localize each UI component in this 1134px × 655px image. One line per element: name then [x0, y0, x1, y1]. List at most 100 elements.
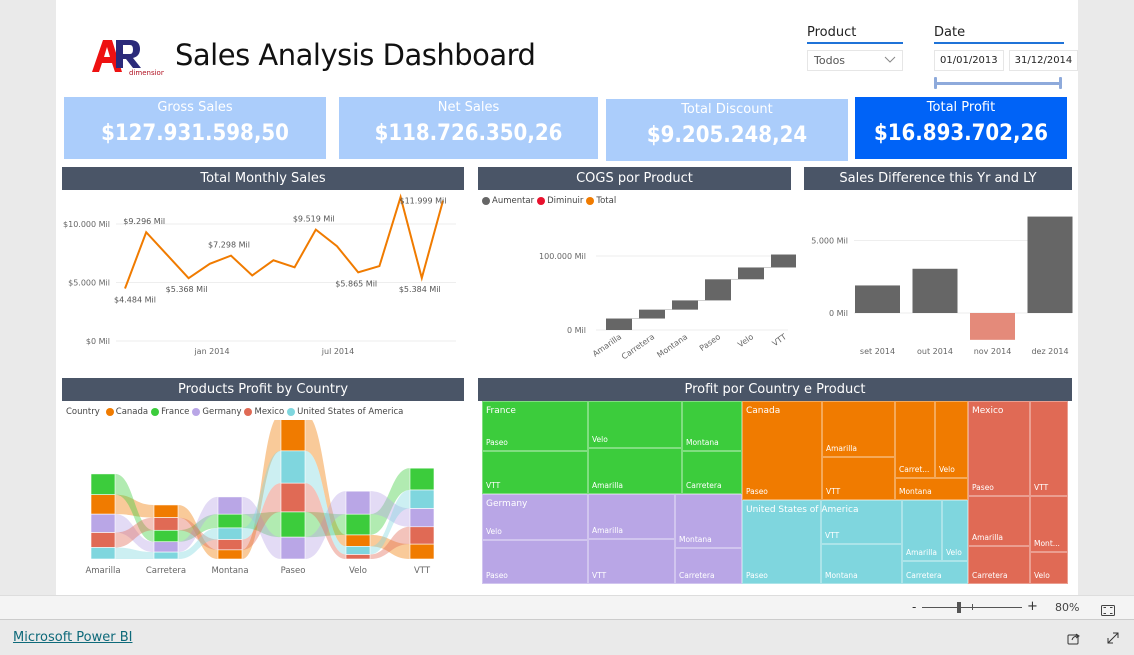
- y-tick-label: 5.000 Mil: [811, 237, 848, 246]
- treemap-cell[interactable]: Carretera: [902, 561, 968, 584]
- diff-bar: [912, 268, 958, 313]
- legend-item[interactable]: France: [151, 407, 189, 417]
- legend-label: Canada: [115, 407, 149, 417]
- x-tick-label: dez 2014: [1031, 347, 1068, 356]
- treemap-cell[interactable]: Mont...: [1030, 496, 1068, 552]
- kpi-total-profit: Total Profit $16.893.702,26: [855, 97, 1067, 159]
- zoom-slider[interactable]: [922, 602, 1022, 613]
- slider-end-handle[interactable]: [1059, 77, 1062, 89]
- ribbon-segment: [409, 489, 435, 509]
- treemap-cell[interactable]: Amarilla: [588, 448, 682, 494]
- treemap-cell[interactable]: Velo: [588, 401, 682, 448]
- treemap-cell[interactable]: Carretera: [968, 546, 1030, 584]
- ribbon-segment: [217, 527, 243, 540]
- ribbon-segment: [153, 541, 179, 553]
- page-title: Sales Analysis Dashboard: [175, 38, 536, 72]
- ribbon-segment: [280, 482, 306, 513]
- treemap-group[interactable]: Paseo VTT Montana Amarilla Velo Carretera Unit…: [742, 500, 968, 584]
- legend-item[interactable]: Mexico: [244, 407, 284, 417]
- kpi-label: Gross Sales: [157, 100, 233, 115]
- x-tick-label: VTT: [771, 332, 789, 348]
- treemap-cell[interactable]: VTT: [1030, 401, 1068, 496]
- share-icon[interactable]: [1067, 630, 1081, 649]
- treemap-cell[interactable]: Amarilla: [902, 500, 942, 561]
- treemap-cell[interactable]: Velo: [942, 500, 968, 561]
- product-dropdown[interactable]: Todos: [807, 50, 903, 71]
- legend-dot: [537, 197, 546, 205]
- treemap-group[interactable]: Paseo Amarilla VTT Carret... Velo Montana Cana…: [742, 401, 968, 500]
- data-label: $9.296 Mil: [123, 217, 165, 226]
- fullscreen-icon[interactable]: [1106, 630, 1120, 649]
- report-canvas: dimensions Sales Analysis Dashboard Prod…: [56, 0, 1079, 595]
- treemap-cell[interactable]: VTT: [588, 539, 675, 584]
- ribbon-segment: [217, 549, 243, 560]
- x-tick-label: set 2014: [860, 347, 895, 356]
- treemap-cell[interactable]: Montana: [675, 494, 742, 548]
- kpi-total-discount: Total Discount $9.205.248,24: [606, 99, 848, 161]
- ribbon-segment: [345, 546, 371, 555]
- power-bi-link[interactable]: Microsoft Power BI: [13, 630, 132, 645]
- treemap-cell[interactable]: Montana: [821, 544, 902, 584]
- ribbon-segment: [90, 532, 116, 548]
- treemap-chart: Paseo VTT Velo Amarilla Montana Carretera Fran…: [482, 401, 1068, 584]
- treemap-cell-label: Amarilla: [826, 444, 857, 453]
- legend-item[interactable]: Canada: [105, 407, 149, 417]
- end-date-input[interactable]: 31/12/2014: [1008, 50, 1079, 71]
- x-tick-label: Velo: [736, 332, 755, 349]
- treemap-cell[interactable]: Montana: [895, 478, 968, 500]
- treemap-group[interactable]: Paseo VTT Velo Amarilla Montana Carretera Fran…: [482, 401, 742, 494]
- treemap-cell[interactable]: VTT: [482, 451, 588, 494]
- data-label: $5.865 Mil: [335, 279, 377, 288]
- zoom-out-button[interactable]: -: [912, 600, 916, 614]
- treemap-cell-label: Paseo: [972, 483, 994, 492]
- treemap-cell[interactable]: Paseo: [482, 540, 588, 584]
- legend-label: France: [161, 407, 190, 417]
- legend-item[interactable]: United States of America: [287, 407, 403, 417]
- treemap-cell[interactable]: Amarilla: [588, 494, 675, 539]
- fit-to-page-icon[interactable]: [1101, 601, 1115, 620]
- treemap-cell-label: Paseo: [746, 571, 768, 580]
- treemap-group-label: United States of America: [746, 505, 859, 515]
- ribbon-segment: [153, 517, 179, 531]
- treemap-cell-label: VTT: [825, 531, 840, 540]
- x-tick-label: VTT: [414, 566, 431, 576]
- kpi-label: Total Profit: [926, 100, 996, 115]
- kpi-label: Net Sales: [437, 100, 500, 115]
- treemap-group-label: France: [486, 406, 516, 416]
- date-range-slider[interactable]: [934, 77, 1062, 89]
- treemap-cell[interactable]: Amarilla: [822, 401, 895, 457]
- treemap-cell[interactable]: Carretera: [675, 548, 742, 584]
- treemap-cell-label: Carret...: [899, 465, 930, 474]
- treemap-cell-label: Amarilla: [592, 481, 623, 490]
- slider-start-handle[interactable]: [934, 77, 937, 89]
- zoom-slider-thumb[interactable]: [957, 602, 961, 613]
- ribbon-segment: [409, 543, 435, 560]
- x-tick-label: out 2014: [917, 347, 953, 356]
- ribbon-segment: [280, 420, 306, 452]
- start-date-input[interactable]: 01/01/2013: [934, 50, 1004, 71]
- data-label: $4.484 Mil: [114, 296, 156, 305]
- treemap-cell[interactable]: Velo: [935, 401, 968, 478]
- monthly-sales-chart: $0 Mil $5.000 Mil $10.000 Mil jan 2014 jul 2…: [63, 193, 456, 356]
- treemap-group[interactable]: Paseo VTT Amarilla Mont... Carretera Velo Mexi…: [968, 401, 1068, 584]
- legend-item: Total: [586, 196, 616, 206]
- treemap-group[interactable]: Velo Paseo Amarilla VTT Montana Carretera Germ…: [482, 494, 742, 584]
- treemap-cell[interactable]: Velo: [1030, 552, 1068, 584]
- sales-diff-header: Sales Difference this Yr and LY: [804, 167, 1072, 190]
- ribbon-chart: Amarilla Carretera Montana Paseo Velo VTT: [85, 420, 435, 576]
- zoom-in-button[interactable]: +: [1027, 599, 1038, 614]
- kpi-value: $9.205.248,24: [646, 123, 808, 148]
- treemap-cell[interactable]: Carret...: [895, 401, 935, 478]
- legend-label: Mexico: [254, 407, 285, 417]
- product-dropdown-value: Todos: [814, 54, 846, 67]
- legend-dot: [151, 408, 160, 416]
- treemap-cell[interactable]: Montana: [682, 401, 742, 451]
- treemap-cell[interactable]: Amarilla: [968, 496, 1030, 546]
- kpi-value: $118.726.350,26: [374, 121, 563, 146]
- legend-item[interactable]: Germany: [192, 407, 241, 417]
- data-label: $9.519 Mil: [293, 215, 335, 224]
- treemap-cell[interactable]: VTT: [822, 457, 895, 500]
- treemap-cell[interactable]: Carretera: [682, 451, 742, 494]
- zoom-slider-midmark: [972, 604, 973, 610]
- x-tick-label: jul 2014: [321, 347, 354, 356]
